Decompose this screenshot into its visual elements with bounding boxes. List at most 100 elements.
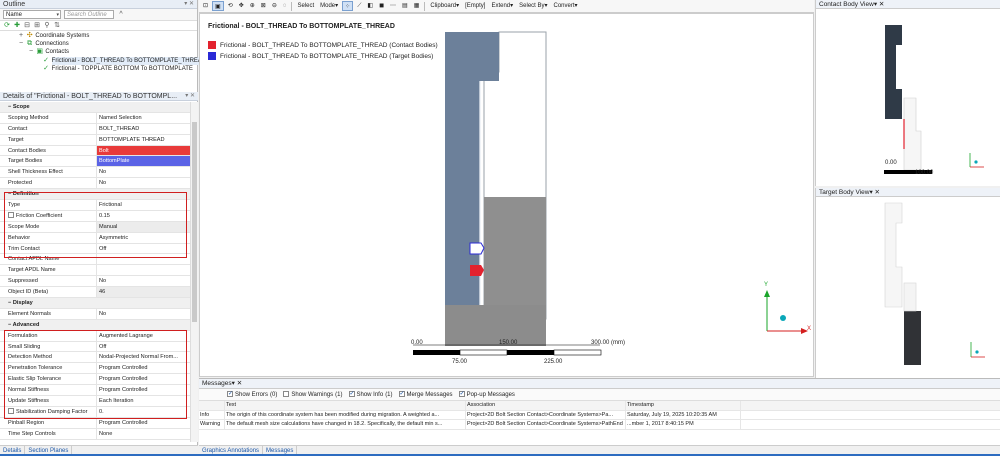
filter-merge-messages[interactable]: Merge Messages bbox=[398, 390, 453, 398]
property-value[interactable]: Off bbox=[97, 244, 190, 254]
extend-dropdown[interactable]: Extend▾ bbox=[489, 1, 515, 11]
pin-icon[interactable]: ▾ ✕ bbox=[184, 0, 194, 9]
filter-show-warnings[interactable]: Show Warnings (1) bbox=[283, 391, 343, 398]
filter-pop-up-messages[interactable]: Pop-up Messages bbox=[458, 390, 515, 398]
details-row[interactable]: Small Sliding Off bbox=[0, 341, 190, 353]
property-value[interactable]: Off bbox=[97, 342, 190, 352]
select-edge-icon[interactable]: ⟋ bbox=[355, 1, 363, 11]
zoom-box-icon[interactable]: ⊠ bbox=[259, 1, 268, 11]
property-value[interactable]: 0.15 bbox=[97, 211, 190, 221]
select-body-icon[interactable]: ◼ bbox=[377, 1, 386, 11]
view-select-icon[interactable]: ▣ bbox=[212, 1, 224, 11]
details-row[interactable]: Detection Method Nodal-Projected Normal F… bbox=[0, 352, 190, 364]
details-category[interactable]: − Scope bbox=[0, 102, 190, 113]
collapse-minus-icon[interactable]: − bbox=[18, 40, 24, 48]
select-node-icon[interactable]: ⋯ bbox=[388, 1, 398, 11]
property-value[interactable]: None bbox=[97, 429, 190, 439]
filter-checkbox[interactable] bbox=[283, 391, 290, 397]
details-category[interactable]: − Advanced bbox=[0, 319, 190, 331]
filter-checkbox[interactable] bbox=[458, 390, 465, 397]
property-value[interactable]: Program Controlled bbox=[97, 418, 190, 428]
collapse-minus-icon[interactable]: − bbox=[28, 48, 34, 56]
parameter-checkbox[interactable] bbox=[8, 212, 14, 219]
details-row[interactable]: Object ID (Beta) 46 bbox=[0, 287, 190, 299]
details-row[interactable]: Target BOTTOMPLATE THREAD bbox=[0, 134, 190, 146]
target-body-view[interactable]: Target Body View▾ ✕ bbox=[815, 188, 1000, 378]
zoom-out-icon[interactable]: ⊖ bbox=[270, 1, 279, 11]
message-row-info[interactable]: Info The origin of this coordinate syste… bbox=[199, 410, 1000, 420]
expand-plus-icon[interactable]: + bbox=[18, 32, 24, 40]
details-row[interactable]: Target APDL Name bbox=[0, 265, 190, 277]
expand-icon[interactable]: ⊞ bbox=[33, 22, 41, 30]
details-row[interactable]: Contact APDL Name bbox=[0, 254, 190, 266]
details-row[interactable]: Scope Mode Manual bbox=[0, 221, 190, 233]
chevron-up-icon[interactable]: ^ bbox=[117, 11, 125, 19]
filter-show-errors[interactable]: Show Errors(0) bbox=[227, 390, 277, 398]
details-row[interactable]: Scoping Method Named Selection bbox=[0, 112, 190, 124]
details-row[interactable]: Type Frictional bbox=[0, 200, 190, 211]
property-value[interactable]: Program Controlled bbox=[97, 363, 190, 373]
target-view-pin-icon[interactable]: ▾ ✕ bbox=[869, 189, 880, 196]
property-value[interactable]: Bolt bbox=[97, 145, 190, 156]
clipboard-dropdown[interactable]: Clipboard▾ bbox=[428, 1, 461, 11]
details-row[interactable]: Friction Coefficient 0.15 bbox=[0, 210, 190, 222]
property-value[interactable] bbox=[97, 254, 190, 264]
contact-body-view[interactable]: Contact Body View▾ ✕ 0.00 100.00 bbox=[815, 0, 1000, 186]
zoom-fit-icon[interactable]: ⊡ bbox=[201, 1, 210, 11]
details-row[interactable]: Pinball Region Program Controlled bbox=[0, 417, 190, 429]
parameter-checkbox[interactable] bbox=[8, 408, 14, 415]
messages-pin-icon[interactable]: ▾ ✕ bbox=[232, 380, 243, 387]
property-value[interactable]: Frictional bbox=[97, 200, 190, 210]
filter-icon[interactable]: ⚲ bbox=[43, 22, 51, 30]
property-value[interactable]: Named Selection bbox=[97, 113, 190, 123]
refresh-icon[interactable]: ⟳ bbox=[3, 22, 11, 30]
details-row[interactable]: Element Normals No bbox=[0, 308, 190, 320]
select-element-icon[interactable]: ▤ bbox=[400, 1, 410, 11]
property-value[interactable]: Nodal-Projected Normal From... bbox=[97, 352, 190, 362]
property-value[interactable]: BottomPlate bbox=[97, 156, 190, 167]
property-value[interactable] bbox=[97, 265, 190, 275]
property-value[interactable]: Manual bbox=[97, 221, 190, 232]
property-value[interactable]: No bbox=[97, 276, 190, 286]
property-value[interactable]: No bbox=[97, 309, 190, 319]
details-row[interactable]: Suppressed No bbox=[0, 276, 190, 288]
graphics-viewport[interactable]: Frictional - BOLT_THREAD To BOTTOMPLATE_… bbox=[199, 13, 814, 377]
filter-show-info[interactable]: Show Info(1) bbox=[348, 390, 393, 398]
property-value[interactable]: 0. bbox=[97, 407, 190, 417]
details-row[interactable]: Contact BOLT_THREAD bbox=[0, 123, 190, 135]
select-mesh-icon[interactable]: ▦ bbox=[412, 1, 422, 11]
tree-item-contacts[interactable]: − ▣ Contacts bbox=[0, 48, 197, 56]
details-row[interactable]: Penetration Tolerance Program Controlled bbox=[0, 363, 190, 375]
filter-checkbox[interactable] bbox=[348, 390, 355, 397]
convert-dropdown[interactable]: Convert▾ bbox=[552, 1, 580, 11]
select-face-icon[interactable]: ◧ bbox=[365, 1, 375, 11]
details-row[interactable]: Target Bodies BottomPlate bbox=[0, 156, 190, 168]
pan-icon[interactable]: ✥ bbox=[237, 1, 246, 11]
outline-search-input[interactable]: Search Outline bbox=[64, 10, 114, 19]
details-category[interactable]: − Display bbox=[0, 298, 190, 309]
select-button[interactable]: Select bbox=[295, 1, 316, 11]
message-row-warning[interactable]: Warning The default mesh size calculatio… bbox=[199, 420, 1000, 430]
details-row[interactable]: Time Step Controls None bbox=[0, 428, 190, 440]
details-row[interactable]: Update Stiffness Each Iteration bbox=[0, 396, 190, 407]
tree-item-contact-topplate[interactable]: ✓ Frictional - TOPPLATE BOTTOM To BOTTOM… bbox=[0, 65, 197, 73]
filter-checkbox[interactable] bbox=[398, 390, 405, 397]
property-value[interactable]: No bbox=[97, 178, 190, 188]
details-row[interactable]: Elastic Slip Tolerance Program Controlled bbox=[0, 374, 190, 386]
property-value[interactable]: Asymmetric bbox=[97, 233, 190, 243]
property-value[interactable]: 46 bbox=[97, 287, 190, 298]
details-row[interactable]: Contact Bodies Bolt bbox=[0, 145, 190, 157]
zoom-in-icon[interactable]: ⊕ bbox=[248, 1, 257, 11]
property-value[interactable]: Program Controlled bbox=[97, 374, 190, 384]
property-value[interactable]: Augmented Lagrange bbox=[97, 331, 190, 341]
details-row[interactable]: Normal Stiffness Program Controlled bbox=[0, 385, 190, 397]
tree-item-contact-bolt-thread[interactable]: ✓ Frictional - BOLT_THREAD To BOTTOMPLAT… bbox=[0, 56, 207, 65]
select-vertex-icon[interactable]: ⁘ bbox=[342, 1, 354, 11]
add-icon[interactable]: ✚ bbox=[13, 22, 21, 30]
details-category[interactable]: − Definition bbox=[0, 189, 190, 201]
details-pin-icon[interactable]: ▾ ✕ bbox=[185, 92, 195, 101]
look-at-icon[interactable]: ◌ bbox=[281, 1, 289, 11]
details-row[interactable]: Shell Thickness Effect No bbox=[0, 167, 190, 179]
name-filter-combo[interactable]: Name ▾ bbox=[3, 10, 61, 19]
tree-item-connections[interactable]: − ⧉ Connections bbox=[0, 40, 197, 48]
